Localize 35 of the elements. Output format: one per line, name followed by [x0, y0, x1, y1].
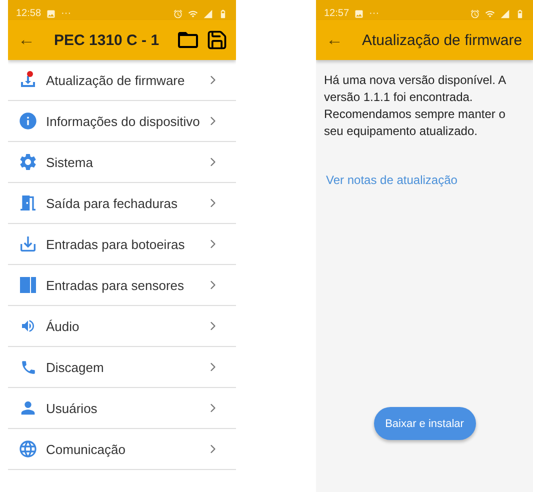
back-button[interactable]: ← — [18, 30, 54, 50]
status-time: 12:58 — [16, 8, 42, 19]
menu-item[interactable]: Saída para fechaduras — [8, 183, 236, 224]
download-icon — [18, 234, 38, 254]
status-more: ··· — [369, 8, 380, 19]
alarm-icon — [173, 8, 183, 18]
menu-item[interactable]: Entradas para sensores — [8, 265, 236, 306]
status-more: ··· — [61, 8, 72, 19]
info-icon — [18, 111, 38, 131]
save-icon[interactable] — [206, 29, 228, 51]
status-time: 12:57 — [324, 8, 350, 19]
battery-icon — [218, 8, 228, 18]
alarm-icon — [470, 8, 480, 18]
menu-item[interactable]: Atualização de firmware — [8, 60, 236, 101]
screen-title: PEC 1310 C - 1 — [54, 32, 160, 48]
menu-item[interactable]: Usuários — [8, 388, 236, 429]
globe-icon — [18, 439, 38, 459]
menu-item[interactable]: Entradas para botoeiras — [8, 224, 236, 265]
gear-icon — [18, 152, 38, 172]
back-button[interactable]: ← — [326, 30, 362, 50]
menu-item[interactable]: Informações do dispositivo — [8, 101, 236, 142]
door-icon — [18, 193, 38, 213]
battery-icon — [515, 8, 525, 18]
wifi-icon — [485, 8, 495, 18]
notification-icon — [354, 8, 364, 18]
wifi-icon — [188, 8, 198, 18]
download-icon — [18, 70, 38, 90]
screen-title: Atualização de firmware — [362, 32, 524, 48]
menu-item[interactable]: Comunicação — [8, 429, 236, 470]
menu-item[interactable]: Sistema — [8, 142, 236, 183]
menu-item[interactable]: Discagem — [8, 347, 236, 388]
panel-icon — [18, 275, 38, 295]
notification-icon — [46, 8, 56, 18]
menu-item[interactable]: Áudio — [8, 306, 236, 347]
update-message: Há uma nova versão disponível. A versão 1.1.1 foi encontrada. Recomendamos sempre manter o seu equipamento atualizado. — [324, 72, 507, 140]
